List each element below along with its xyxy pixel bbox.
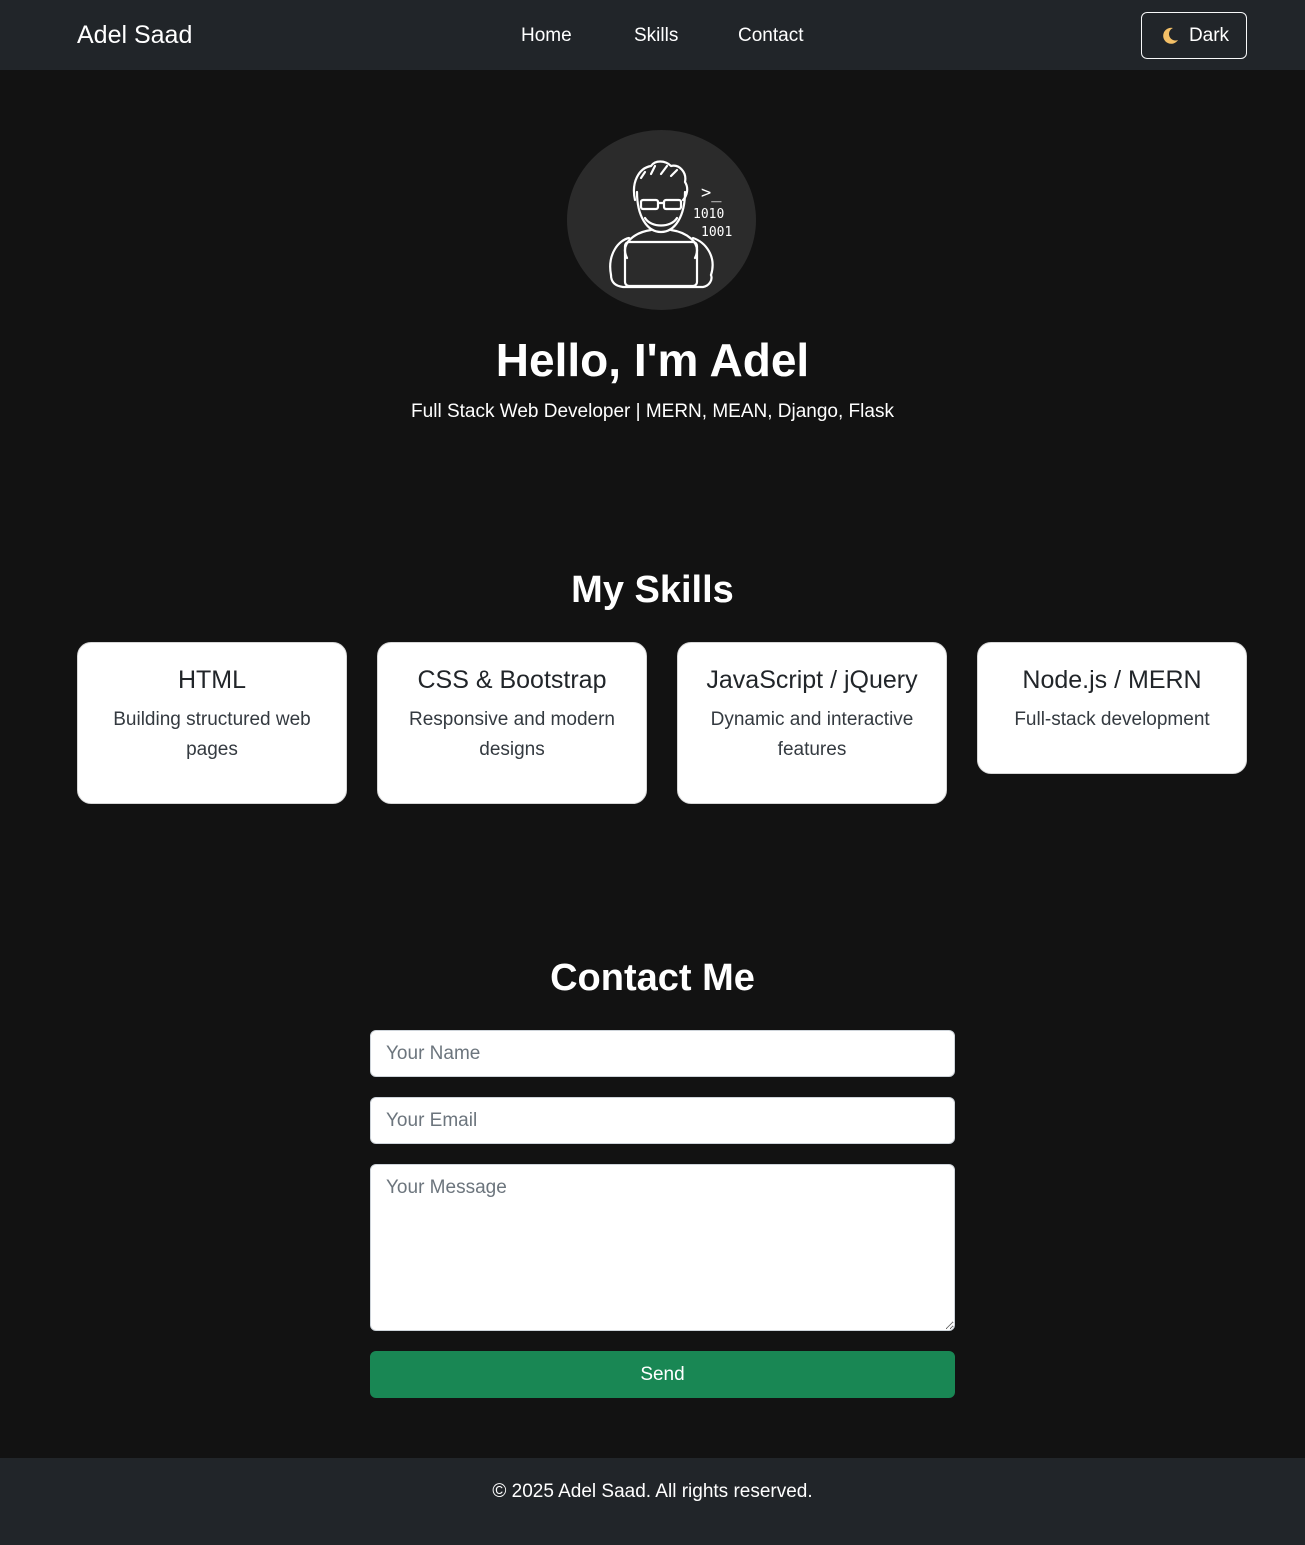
skill-card-javascript-jquery: JavaScript / jQuery Dynamic and interact… xyxy=(677,642,947,804)
skill-card-title: HTML xyxy=(177,666,247,694)
skill-card-html: HTML Building structured web pages xyxy=(77,642,347,804)
skills-title: My Skills xyxy=(571,569,734,611)
skill-card-title: JavaScript / jQuery xyxy=(706,666,918,694)
skill-card-description: Building structured web pages xyxy=(113,709,311,760)
skill-card-description: Responsive and modern designs xyxy=(409,709,615,760)
skill-card-nodejs-mern: Node.js / MERN Full-stack development xyxy=(977,642,1247,774)
skill-card-description: Full-stack development xyxy=(1014,709,1210,730)
message-textarea[interactable] xyxy=(370,1164,955,1331)
nav-link-contact[interactable]: Contact xyxy=(738,24,803,48)
skill-card-title: CSS & Bootstrap xyxy=(417,666,607,694)
skill-card-description: Dynamic and interactive features xyxy=(710,709,914,760)
avatar-binary-text-1: 1010 xyxy=(693,207,724,222)
navbar: Adel Saad Home Skills Contact Dark xyxy=(0,0,1305,70)
hero-subtitle: Full Stack Web Developer | MERN, MEAN, D… xyxy=(411,401,894,422)
name-input[interactable] xyxy=(370,1030,955,1077)
theme-toggle-label: Dark xyxy=(1188,24,1230,46)
hero-title: Hello, I'm Adel xyxy=(495,334,810,386)
developer-avatar-icon: >_ 1010 1001 xyxy=(567,130,756,310)
email-input[interactable] xyxy=(370,1097,955,1144)
nav-link-skills[interactable]: Skills xyxy=(634,24,678,48)
theme-toggle-button[interactable]: Dark xyxy=(1141,12,1247,59)
nav-links: Home Skills Contact xyxy=(0,24,1305,50)
avatar-binary-text-2: 1001 xyxy=(701,225,732,240)
avatar-prompt-text: >_ xyxy=(701,183,722,203)
contact-title: Contact Me xyxy=(550,957,755,999)
footer-copyright: © 2025 Adel Saad. All rights reserved. xyxy=(492,1481,813,1502)
nav-link-home[interactable]: Home xyxy=(521,24,572,48)
moon-icon xyxy=(1159,25,1181,47)
footer: © 2025 Adel Saad. All rights reserved. xyxy=(0,1458,1305,1545)
skill-card-css-bootstrap: CSS & Bootstrap Responsive and modern de… xyxy=(377,642,647,804)
skill-card-title: Node.js / MERN xyxy=(1022,666,1202,694)
send-button[interactable]: Send xyxy=(370,1351,955,1398)
